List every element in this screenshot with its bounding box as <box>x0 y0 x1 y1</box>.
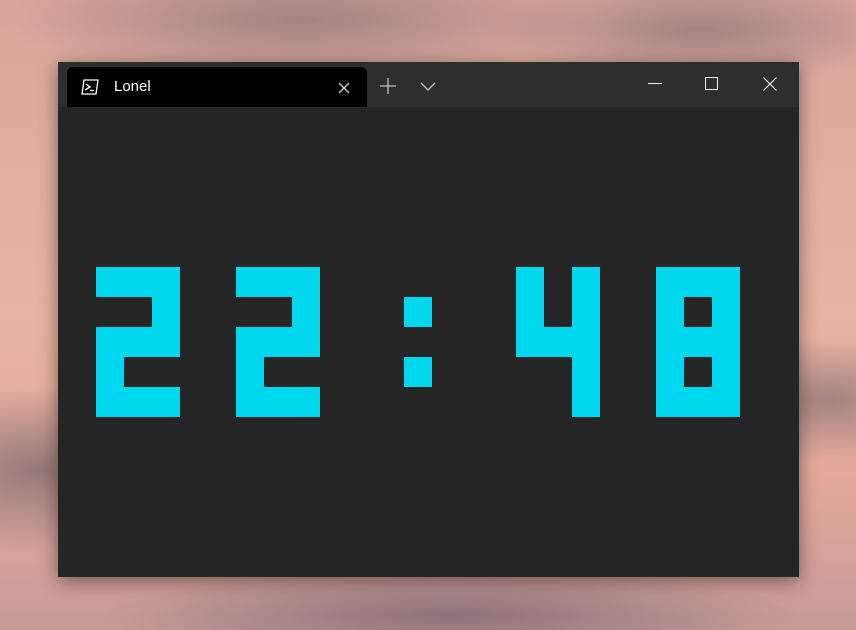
clock-pixel <box>96 267 124 297</box>
powershell-icon <box>81 79 99 95</box>
clock-digit-two <box>236 267 320 417</box>
clock-pixel <box>656 267 684 297</box>
clock-pixel <box>152 297 180 327</box>
clock-pixel <box>712 327 740 357</box>
clock-pixel <box>236 327 264 357</box>
clock-pixel <box>656 357 684 387</box>
desktop-background: Lonel <box>0 0 856 630</box>
clock-digit-eight <box>656 267 740 417</box>
clock-pixel <box>236 357 264 387</box>
terminal-content[interactable] <box>58 107 799 577</box>
clock-pixel <box>264 267 292 297</box>
clock-pixel <box>404 297 432 327</box>
clock-pixel <box>264 327 292 357</box>
clock-colon <box>404 297 432 387</box>
tab-title: Lonel <box>114 78 151 95</box>
clock-pixel <box>404 357 432 387</box>
clock-pixel <box>572 267 600 297</box>
clock-pixel <box>544 327 572 357</box>
clock-pixel <box>572 327 600 357</box>
maximize-icon <box>705 77 719 91</box>
clock-pixel <box>292 387 320 417</box>
clock-pixel <box>516 297 544 327</box>
clock-pixel <box>712 387 740 417</box>
maximize-button[interactable] <box>683 62 741 107</box>
clock-pixel <box>292 327 320 357</box>
clock-pixel <box>684 387 712 417</box>
clock-pixel <box>152 267 180 297</box>
clock-digit-two <box>96 267 180 417</box>
clock-pixel <box>516 327 544 357</box>
clock-pixel <box>712 357 740 387</box>
clock-pixel <box>656 327 684 357</box>
clock-pixel <box>124 267 152 297</box>
clock-pixel <box>292 297 320 327</box>
minimize-button[interactable] <box>626 62 684 107</box>
close-icon <box>763 77 777 91</box>
clock-pixel <box>656 297 684 327</box>
clock-pixel <box>712 267 740 297</box>
clock-pixel <box>572 297 600 327</box>
clock-pixel <box>152 327 180 357</box>
tab-close-icon[interactable] <box>337 81 351 95</box>
clock-pixel <box>264 387 292 417</box>
terminal-window: Lonel <box>58 62 799 577</box>
clock-pixel <box>236 387 264 417</box>
clock-pixel <box>152 387 180 417</box>
pixel-clock-display <box>96 267 740 417</box>
close-window-button[interactable] <box>741 62 799 107</box>
clock-pixel <box>656 387 684 417</box>
minimize-icon <box>648 82 662 85</box>
clock-pixel <box>124 387 152 417</box>
clock-pixel <box>96 327 124 357</box>
tab-lonel[interactable]: Lonel <box>67 67 367 107</box>
clock-pixel <box>684 267 712 297</box>
clock-pixel <box>572 357 600 387</box>
clock-pixel <box>516 267 544 297</box>
clock-pixel <box>292 267 320 297</box>
clock-pixel <box>96 387 124 417</box>
clock-pixel <box>124 327 152 357</box>
profile-dropdown-chevron-down-icon[interactable] <box>418 76 438 96</box>
clock-pixel <box>572 387 600 417</box>
title-bar[interactable]: Lonel <box>58 62 799 107</box>
clock-pixel <box>96 357 124 387</box>
clock-digit-four <box>516 267 600 417</box>
clock-pixel <box>684 327 712 357</box>
new-tab-plus-icon[interactable] <box>378 76 398 96</box>
clock-pixel <box>236 267 264 297</box>
clock-pixel <box>712 297 740 327</box>
